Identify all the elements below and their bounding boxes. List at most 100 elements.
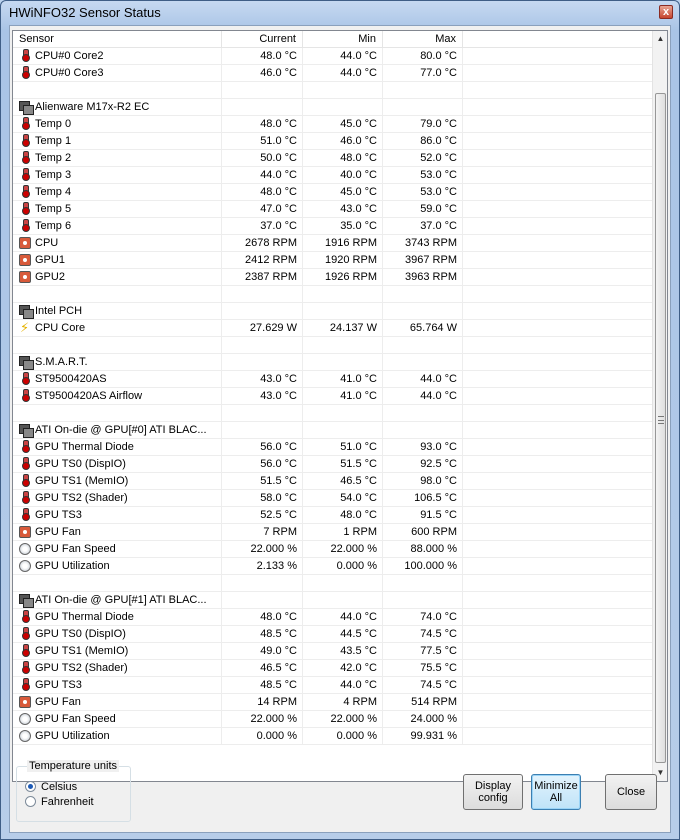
max-value: 86.0 °C [383,133,463,149]
max-value: 98.0 °C [383,473,463,489]
sensor-row[interactable]: CPU#0 Core2 48.0 °C 44.0 °C 80.0 °C [13,48,653,65]
window-close-icon[interactable]: x [659,5,673,19]
min-value [303,337,383,353]
sensor-name: GPU Fan [35,526,81,538]
sensor-name-cell: CPU [13,235,222,251]
min-value: 1 RPM [303,524,383,540]
sensor-name: GPU1 [35,254,65,266]
sensor-row[interactable]: Temp 6 37.0 °C 35.0 °C 37.0 °C [13,218,653,235]
sensor-row[interactable]: GPU TS1 (MemIO) 51.5 °C 46.5 °C 98.0 °C [13,473,653,490]
current-value: 22.000 % [222,541,303,557]
thermometer-icon [22,134,30,147]
current-value: 48.5 °C [222,677,303,693]
group-row[interactable]: ATI On-die @ GPU[#1] ATI BLAC... [13,592,653,609]
max-value: 77.5 °C [383,643,463,659]
sensor-row[interactable]: CPU#0 Core3 46.0 °C 44.0 °C 77.0 °C [13,65,653,82]
radio-unselected-icon[interactable] [25,796,36,807]
thermometer-icon [22,49,30,62]
empty-cell [463,405,653,421]
min-value: 44.0 °C [303,677,383,693]
empty-cell [463,711,653,727]
max-value: 37.0 °C [383,218,463,234]
sensor-row[interactable]: GPU Fan 14 RPM 4 RPM 514 RPM [13,694,653,711]
sensor-name: CPU#0 Core2 [35,50,104,62]
sensor-row[interactable]: GPU Utilization 0.000 % 0.000 % 99.931 % [13,728,653,745]
sensor-row[interactable]: GPU TS0 (DispIO) 48.5 °C 44.5 °C 74.5 °C [13,626,653,643]
thermometer-icon [22,457,30,470]
sensor-row[interactable]: GPU Utilization 2.133 % 0.000 % 100.000 % [13,558,653,575]
sensor-row[interactable]: ST9500420AS 43.0 °C 41.0 °C 44.0 °C [13,371,653,388]
current-value [222,337,303,353]
sensor-row[interactable]: Temp 4 48.0 °C 45.0 °C 53.0 °C [13,184,653,201]
sensor-row[interactable]: ST9500420AS Airflow 43.0 °C 41.0 °C 44.0 °C [13,388,653,405]
radio-selected-icon[interactable] [25,781,36,792]
column-header-current[interactable]: Current [222,31,303,48]
current-value: 48.0 °C [222,116,303,132]
blank-row [13,82,653,99]
min-value: 44.0 °C [303,48,383,64]
sensor-row[interactable]: GPU TS0 (DispIO) 56.0 °C 51.5 °C 92.5 °C [13,456,653,473]
display-config-button[interactable]: Display config [463,774,523,810]
max-value [383,82,463,98]
sensor-row[interactable]: ⚡ CPU Core 27.629 W 24.137 W 65.764 W [13,320,653,337]
sensor-row[interactable]: GPU Thermal Diode 56.0 °C 51.0 °C 93.0 °C [13,439,653,456]
empty-cell [463,235,653,251]
column-header-sensor[interactable]: Sensor [13,31,222,48]
sensor-row[interactable]: GPU TS2 (Shader) 46.5 °C 42.0 °C 75.5 °C [13,660,653,677]
sensor-row[interactable]: Temp 3 44.0 °C 40.0 °C 53.0 °C [13,167,653,184]
scroll-up-arrow-icon[interactable]: ▲ [653,31,667,47]
sensor-name: ST9500420AS [35,373,107,385]
sensor-list[interactable]: Sensor Current Min Max CPU#0 Core2 48.0 °… [12,30,668,782]
vertical-scrollbar[interactable]: ▲ ▼ [652,31,667,781]
sensor-row[interactable]: GPU2 2387 RPM 1926 RPM 3963 RPM [13,269,653,286]
sensor-row[interactable]: GPU TS3 52.5 °C 48.0 °C 91.5 °C [13,507,653,524]
scroll-thumb[interactable] [655,93,666,763]
column-header-blank [463,31,653,48]
group-row[interactable]: Alienware M17x-R2 EC [13,99,653,116]
min-value: 35.0 °C [303,218,383,234]
sensor-row[interactable]: GPU Thermal Diode 48.0 °C 44.0 °C 74.0 °C [13,609,653,626]
sensor-row[interactable]: GPU Fan 7 RPM 1 RPM 600 RPM [13,524,653,541]
sensor-name: Temp 4 [35,186,72,198]
empty-cell [463,167,653,183]
minimize-all-button[interactable]: Minimize All [531,774,581,810]
current-value: 46.5 °C [222,660,303,676]
sensor-row[interactable]: GPU1 2412 RPM 1920 RPM 3967 RPM [13,252,653,269]
sensor-row[interactable]: GPU TS2 (Shader) 58.0 °C 54.0 °C 106.5 °C [13,490,653,507]
sensor-row[interactable]: GPU Fan Speed 22.000 % 22.000 % 88.000 % [13,541,653,558]
max-value: 3743 RPM [383,235,463,251]
current-value: 27.629 W [222,320,303,336]
empty-cell [463,269,653,285]
sensor-row[interactable]: Temp 5 47.0 °C 43.0 °C 59.0 °C [13,201,653,218]
sensor-status-window: HWiNFO32 Sensor Status x Sensor Current … [0,0,680,840]
sensor-row[interactable]: GPU TS1 (MemIO) 49.0 °C 43.5 °C 77.5 °C [13,643,653,660]
min-value: 43.5 °C [303,643,383,659]
close-button[interactable]: Close [605,774,657,810]
thermometer-icon [22,185,30,198]
sensor-row[interactable]: Temp 2 50.0 °C 48.0 °C 52.0 °C [13,150,653,167]
current-value: 50.0 °C [222,150,303,166]
sensor-row[interactable]: GPU Fan Speed 22.000 % 22.000 % 24.000 % [13,711,653,728]
sensor-row[interactable]: Temp 0 48.0 °C 45.0 °C 79.0 °C [13,116,653,133]
column-header-max[interactable]: Max [383,31,463,48]
sensor-row[interactable]: GPU TS3 48.5 °C 44.0 °C 74.5 °C [13,677,653,694]
group-row[interactable]: Intel PCH [13,303,653,320]
max-value [383,422,463,438]
empty-cell [463,524,653,540]
sensor-name: GPU2 [35,271,65,283]
sensor-name: Temp 3 [35,169,72,181]
sensor-list-header: Sensor Current Min Max [13,31,653,48]
group-row[interactable]: S.M.A.R.T. [13,354,653,371]
blank-row [13,575,653,592]
sensor-row[interactable]: CPU 2678 RPM 1916 RPM 3743 RPM [13,235,653,252]
max-value: 3963 RPM [383,269,463,285]
min-value [303,575,383,591]
current-value [222,422,303,438]
column-header-min[interactable]: Min [303,31,383,48]
min-value: 43.0 °C [303,201,383,217]
title-bar[interactable]: HWiNFO32 Sensor Status x [1,1,679,25]
empty-cell [463,694,653,710]
group-row[interactable]: ATI On-die @ GPU[#0] ATI BLAC... [13,422,653,439]
sensor-row[interactable]: Temp 1 51.0 °C 46.0 °C 86.0 °C [13,133,653,150]
max-value: 44.0 °C [383,371,463,387]
